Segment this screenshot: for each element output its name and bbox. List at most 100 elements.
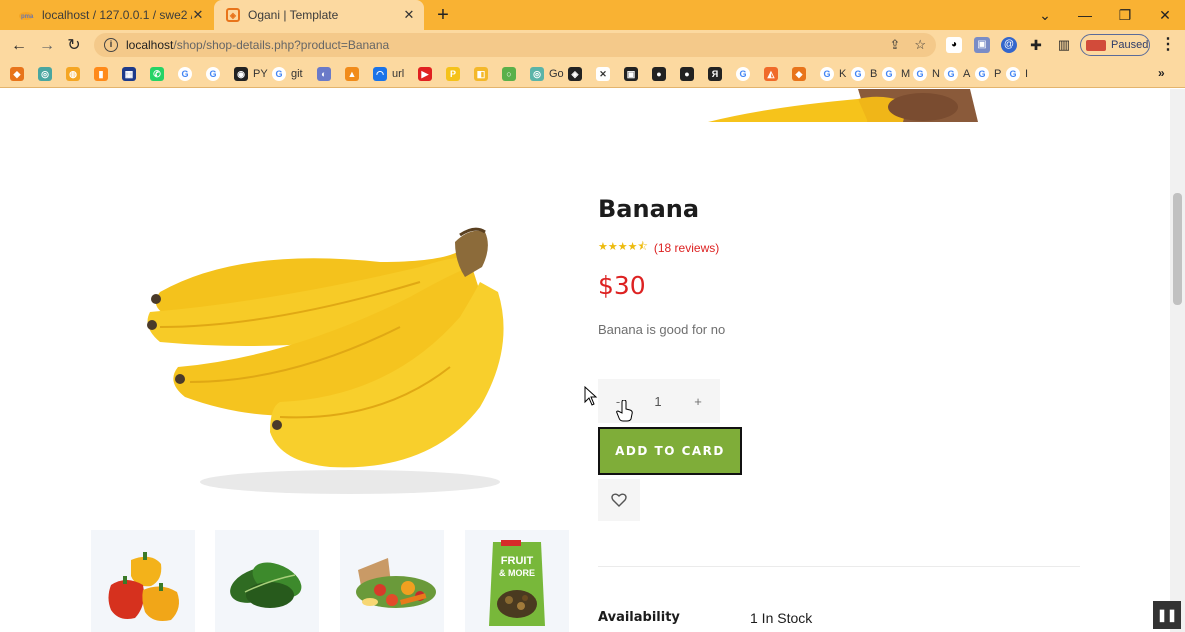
bookmark-item[interactable]: ▮ <box>94 66 113 82</box>
product-price: $30 <box>598 271 646 300</box>
availability-label: Availability <box>598 610 680 625</box>
restore-button[interactable]: ❐ <box>1105 0 1145 30</box>
browser-toolbar: ← → ↻ i localhost/shop/shop-details.php?… <box>0 30 1185 60</box>
bookmark-item[interactable]: GA <box>944 66 970 82</box>
extension-icon[interactable]: ▣ <box>974 37 990 53</box>
package-text: FRUIT <box>501 555 534 567</box>
bookmark-item[interactable]: ● <box>680 66 699 82</box>
bookmark-label: K <box>839 68 847 80</box>
bookmark-label: git <box>291 68 303 80</box>
bookmark-item[interactable]: GI <box>1006 66 1028 82</box>
thumbnail-spinach[interactable] <box>215 530 319 632</box>
bookmark-item[interactable]: ◆ <box>10 66 29 82</box>
bookmark-icon-7: P <box>446 67 460 81</box>
tab-search-icon[interactable]: ⌄ <box>1025 0 1065 30</box>
bookmark-item[interactable]: ▦ <box>122 66 141 82</box>
bookmark-item[interactable]: ▲ <box>345 66 364 82</box>
tab-title: Ogani | Template <box>248 8 339 22</box>
thumbnail-grocery-bag[interactable] <box>340 530 444 632</box>
url-path: /shop/shop-details.php?product=Banana <box>173 38 390 52</box>
bookmark-item[interactable]: GM <box>882 66 910 82</box>
quantity-increment-button[interactable]: + <box>678 394 718 409</box>
bookmark-item[interactable]: ▶ <box>418 66 437 82</box>
thumbnail-peppers[interactable] <box>91 530 195 632</box>
page-scrollbar[interactable] <box>1170 89 1185 632</box>
ieee-icon: ▦ <box>122 67 136 81</box>
reload-icon[interactable]: ↻ <box>63 35 85 57</box>
bookmark-item[interactable]: G <box>206 66 225 82</box>
bookmark-item[interactable]: G <box>736 66 755 82</box>
bookmark-item[interactable]: G <box>178 66 197 82</box>
bookmark-item[interactable]: GP <box>975 66 1001 82</box>
thumbnail-fruit-more[interactable]: FRUIT & MORE <box>465 530 569 632</box>
bookmark-item[interactable]: ◐ <box>317 66 336 82</box>
bookmark-item[interactable]: ◉ PY <box>234 66 268 82</box>
puzzle-icon[interactable]: ✚ <box>1028 37 1044 53</box>
bookmark-item[interactable]: ◎ <box>38 66 57 82</box>
back-icon[interactable]: ← <box>8 35 30 57</box>
bookmark-label: PY <box>253 68 268 80</box>
panda-extension-icon[interactable]: ◕ <box>946 37 962 53</box>
product-main-image <box>147 227 504 494</box>
tab-title: localhost / 127.0.0.1 / swe2 / use <box>42 8 192 22</box>
svg-text:pma: pma <box>21 14 34 20</box>
info-icon[interactable]: i <box>104 38 118 52</box>
bookmark-item[interactable]: ○ <box>502 66 521 82</box>
bookmark-star-icon[interactable]: ☆ <box>914 37 926 53</box>
bookmark-label: url <box>392 68 405 80</box>
new-tab-button[interactable]: + <box>432 4 454 26</box>
forward-icon[interactable]: → <box>36 35 58 57</box>
analytics-icon: ▮ <box>94 67 108 81</box>
bookmark-item[interactable]: GK <box>820 66 846 82</box>
bookmark-item[interactable]: ✆ <box>150 66 169 82</box>
share-icon[interactable]: ⇪ <box>889 37 900 53</box>
quantity-input[interactable]: 1 <box>638 394 678 409</box>
bookmark-item[interactable]: ◆ <box>792 66 811 82</box>
bookmark-item[interactable]: Я <box>708 66 727 82</box>
at-extension-icon[interactable]: @ <box>1001 37 1017 53</box>
address-bar[interactable]: i localhost/shop/shop-details.php?produc… <box>94 33 936 57</box>
bookmark-item[interactable]: ✕ <box>596 66 615 82</box>
google-icon: G <box>851 67 865 81</box>
bookmark-item[interactable]: ◧ <box>474 66 493 82</box>
bookmark-item[interactable]: ◠ url <box>373 66 404 82</box>
tab-phpmyadmin[interactable]: pma localhost / 127.0.0.1 / swe2 / use ✕ <box>8 0 213 30</box>
scrollbar-thumb[interactable] <box>1173 193 1182 305</box>
bookmark-label: P <box>994 68 1002 80</box>
menu-icon[interactable]: ⋮ <box>1160 35 1176 55</box>
wishlist-button[interactable] <box>598 479 640 521</box>
reviews-link[interactable]: (18 reviews) <box>654 241 719 255</box>
peppers-image <box>108 552 179 621</box>
bookmark-item[interactable]: GN <box>913 66 940 82</box>
bookmark-item[interactable]: GB <box>851 66 877 82</box>
bookmark-icon-2: ◎ <box>38 67 52 81</box>
bookmark-item[interactable]: P <box>446 66 465 82</box>
add-to-cart-button[interactable]: ADD TO CARD <box>598 427 742 475</box>
pause-button[interactable]: ❚❚ <box>1153 601 1181 629</box>
tab-strip: pma localhost / 127.0.0.1 / swe2 / use ✕… <box>0 0 1185 30</box>
mouse-pointer-icon <box>584 386 598 406</box>
minimize-button[interactable]: — <box>1065 0 1105 30</box>
bookmark-item[interactable]: ◎ Go <box>530 66 564 82</box>
bookmark-item[interactable]: ◈ <box>568 66 587 82</box>
availability-value: 1 In Stock <box>750 610 813 626</box>
bookmarks-more-icon[interactable]: » <box>1158 66 1165 80</box>
side-panel-icon[interactable]: ▥ <box>1056 37 1072 53</box>
google-icon: G <box>272 67 286 81</box>
bookmark-item[interactable]: ◭ <box>764 66 783 82</box>
profile-paused-button[interactable]: Paused <box>1080 34 1150 56</box>
bookmark-item[interactable]: ● <box>652 66 671 82</box>
bookmark-item[interactable]: Ggit <box>272 66 303 82</box>
bookmark-item[interactable]: ◍ <box>66 66 85 82</box>
close-icon[interactable]: ✕ <box>191 8 205 22</box>
close-window-button[interactable]: ✕ <box>1145 0 1185 30</box>
bookmark-item[interactable]: ▣ <box>624 66 643 82</box>
youtube-icon: ▶ <box>418 67 432 81</box>
bookmark-icon-17: ◭ <box>764 67 778 81</box>
divider <box>598 566 1080 567</box>
bookmark-label: B <box>870 68 878 80</box>
close-icon[interactable]: ✕ <box>402 8 416 22</box>
profile-avatar <box>1086 39 1106 51</box>
bookmark-label: Go <box>549 68 564 80</box>
tab-ogani[interactable]: ◈ Ogani | Template ✕ <box>214 0 424 30</box>
